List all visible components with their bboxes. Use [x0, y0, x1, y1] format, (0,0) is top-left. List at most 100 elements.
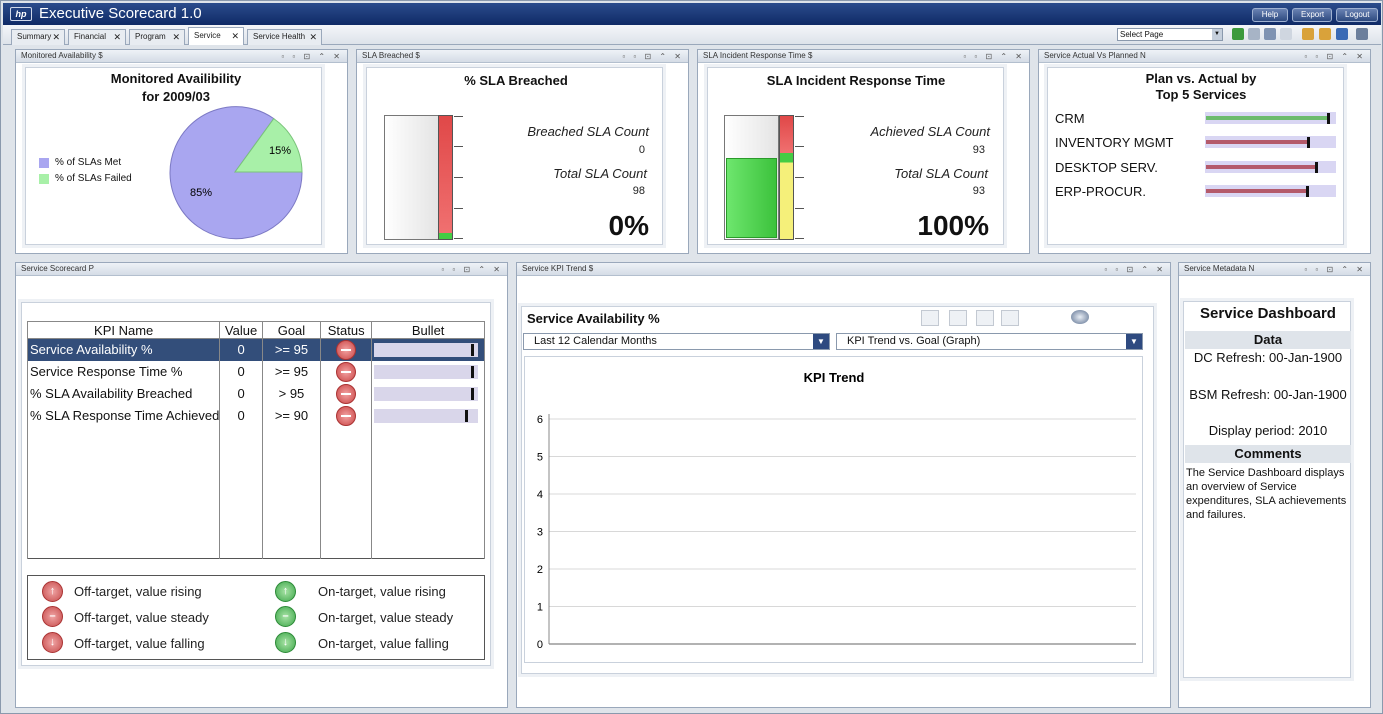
- achieved-count-value: 93: [972, 144, 985, 156]
- page-icon[interactable]: [1280, 28, 1292, 40]
- panel-controls-icon[interactable]: ▫ ▫ ⊡ ⌃ ✕: [281, 51, 343, 63]
- export-button[interactable]: Export: [1292, 8, 1332, 22]
- tab-service[interactable]: Service ✕: [188, 27, 244, 45]
- close-icon[interactable]: ✕: [113, 30, 121, 44]
- close-icon[interactable]: ✕: [231, 28, 239, 44]
- scale-tick: [454, 116, 463, 117]
- time-range-dropdown[interactable]: Last 12 Calendar Months ▼: [523, 333, 830, 350]
- off-target-steady-icon: [336, 339, 357, 360]
- empty-cell: [26, 426, 221, 449]
- plan-title-line2: Top 5 Services: [1155, 87, 1247, 102]
- empty-cell: [219, 470, 263, 493]
- tab-financial[interactable]: Financial ✕: [68, 29, 126, 45]
- breached-gauge: [384, 115, 439, 240]
- help-button[interactable]: Help: [1252, 8, 1288, 22]
- plan-actual-fill: [1206, 140, 1309, 144]
- breached-total-value: 98: [632, 185, 645, 197]
- app-title: Executive Scorecard 1.0: [39, 5, 202, 22]
- chart-type-icon[interactable]: [949, 310, 967, 326]
- edit-icon[interactable]: [1248, 28, 1260, 40]
- plan-label: INVENTORY MGMT: [1055, 135, 1174, 150]
- arrow-up-icon: ↑: [42, 581, 63, 602]
- col-kpi-name[interactable]: KPI Name: [26, 321, 221, 339]
- metadata-title: Service Dashboard: [1200, 305, 1336, 322]
- panel-header: Service Actual Vs Planned N ▫ ▫ ⊡ ⌃ ✕: [1039, 50, 1370, 63]
- bullet-bar: [374, 342, 479, 357]
- app-window: hp Executive Scorecard 1.0 Help Export L…: [0, 0, 1383, 714]
- logout-button[interactable]: Logout: [1336, 8, 1378, 22]
- off-target-steady-icon: [336, 383, 357, 404]
- kpi-value-cell: 0: [219, 404, 263, 427]
- empty-row: [26, 536, 485, 559]
- empty-cell: [371, 426, 485, 449]
- col-status[interactable]: Status: [320, 321, 373, 339]
- folder-icon[interactable]: [1302, 28, 1314, 40]
- table-row[interactable]: % SLA Availability Breached 0 > 95: [26, 382, 485, 405]
- chart-type-icon[interactable]: [921, 310, 939, 326]
- kpi-bullet-cell: [371, 382, 485, 405]
- empty-cell: [219, 426, 263, 449]
- off-target-steady-icon: [336, 361, 357, 382]
- layout-icon[interactable]: [1264, 28, 1276, 40]
- table-header-row: KPI Name Value Goal Status Bullet: [26, 321, 485, 339]
- close-icon[interactable]: ✕: [172, 30, 180, 44]
- arrow-down-icon: ↓: [275, 632, 296, 653]
- chart-type-icon[interactable]: [1001, 310, 1019, 326]
- tab-summary[interactable]: Summary ✕: [11, 29, 65, 45]
- plan-actual-fill: [1206, 165, 1317, 169]
- kpi-name-cell: % SLA Response Time Achieved: [26, 404, 221, 427]
- kpi-bullet-cell: [371, 360, 485, 383]
- y-tick-label: 4: [537, 489, 543, 501]
- arrow-up-icon: ↑: [275, 581, 296, 602]
- select-page-dropdown[interactable]: Select Page ▼: [1117, 28, 1223, 41]
- table-row[interactable]: % SLA Response Time Achieved 0 >= 90: [26, 404, 485, 427]
- scale-tick: [795, 238, 804, 239]
- close-icon[interactable]: ✕: [309, 30, 317, 44]
- panel-controls-icon[interactable]: ▫ ▫ ⊡ ⌃ ✕: [963, 51, 1025, 63]
- tab-label: Program: [135, 32, 166, 41]
- globe-icon[interactable]: [1071, 310, 1089, 324]
- panel-title: Monitored Availability $: [21, 51, 103, 60]
- tab-service-health[interactable]: Service Health ✕: [247, 29, 322, 45]
- off-target-steady-icon: [336, 405, 357, 426]
- pie-label-failed: 15%: [269, 145, 291, 157]
- tab-program[interactable]: Program ✕: [129, 29, 185, 45]
- panel-controls-icon[interactable]: ▫ ▫ ⊡ ⌃ ✕: [1304, 51, 1366, 63]
- col-bullet[interactable]: Bullet: [371, 321, 485, 339]
- panel-controls-icon[interactable]: ▫ ▫ ⊡ ⌃ ✕: [1104, 264, 1166, 276]
- kpi-value-cell: 0: [219, 382, 263, 405]
- back-icon[interactable]: [1336, 28, 1348, 40]
- col-goal[interactable]: Goal: [261, 321, 322, 339]
- chevron-down-icon: ▼: [1212, 29, 1222, 40]
- legend-on-rising: On-target, value rising: [318, 584, 446, 599]
- image-icon[interactable]: [1319, 28, 1331, 40]
- refresh-icon[interactable]: [1232, 28, 1244, 40]
- plan-bullet-bar: [1205, 161, 1336, 173]
- scale-tick: [795, 146, 804, 147]
- empty-cell: [26, 514, 221, 537]
- panel-controls-icon[interactable]: ▫ ▫ ⊡ ⌃ ✕: [622, 51, 684, 63]
- panel-controls-icon[interactable]: ▫ ▫ ⊡ ⌃ ✕: [441, 264, 503, 276]
- empty-cell: [219, 492, 263, 515]
- empty-cell: [371, 536, 485, 559]
- select-page-value: Select Page: [1120, 30, 1164, 39]
- empty-row: [26, 448, 485, 471]
- tab-label: Financial: [74, 32, 107, 41]
- bullet-bar: [374, 408, 479, 423]
- empty-cell: [219, 514, 263, 537]
- table-row[interactable]: Service Availability % 0 >= 95: [26, 338, 485, 361]
- col-value[interactable]: Value: [219, 321, 263, 339]
- view-mode-dropdown[interactable]: KPI Trend vs. Goal (Graph) ▼: [836, 333, 1143, 350]
- plan-bullet-bar: [1205, 136, 1336, 148]
- kpi-name-cell: % SLA Availability Breached: [26, 382, 221, 405]
- close-icon[interactable]: ✕: [52, 30, 60, 44]
- chart-type-icon[interactable]: [976, 310, 994, 326]
- plan-bullet-bar: [1205, 112, 1336, 124]
- time-range-value: Last 12 Calendar Months: [534, 335, 657, 347]
- minus-icon: –: [42, 606, 63, 627]
- panel-controls-icon[interactable]: ▫ ▫ ⊡ ⌃ ✕: [1304, 264, 1366, 276]
- kpi-bullet-cell: [371, 338, 485, 361]
- screen-icon[interactable]: [1356, 28, 1368, 40]
- table-row[interactable]: Service Response Time % 0 >= 95: [26, 360, 485, 383]
- panel-title: Service Scorecard P: [21, 264, 94, 273]
